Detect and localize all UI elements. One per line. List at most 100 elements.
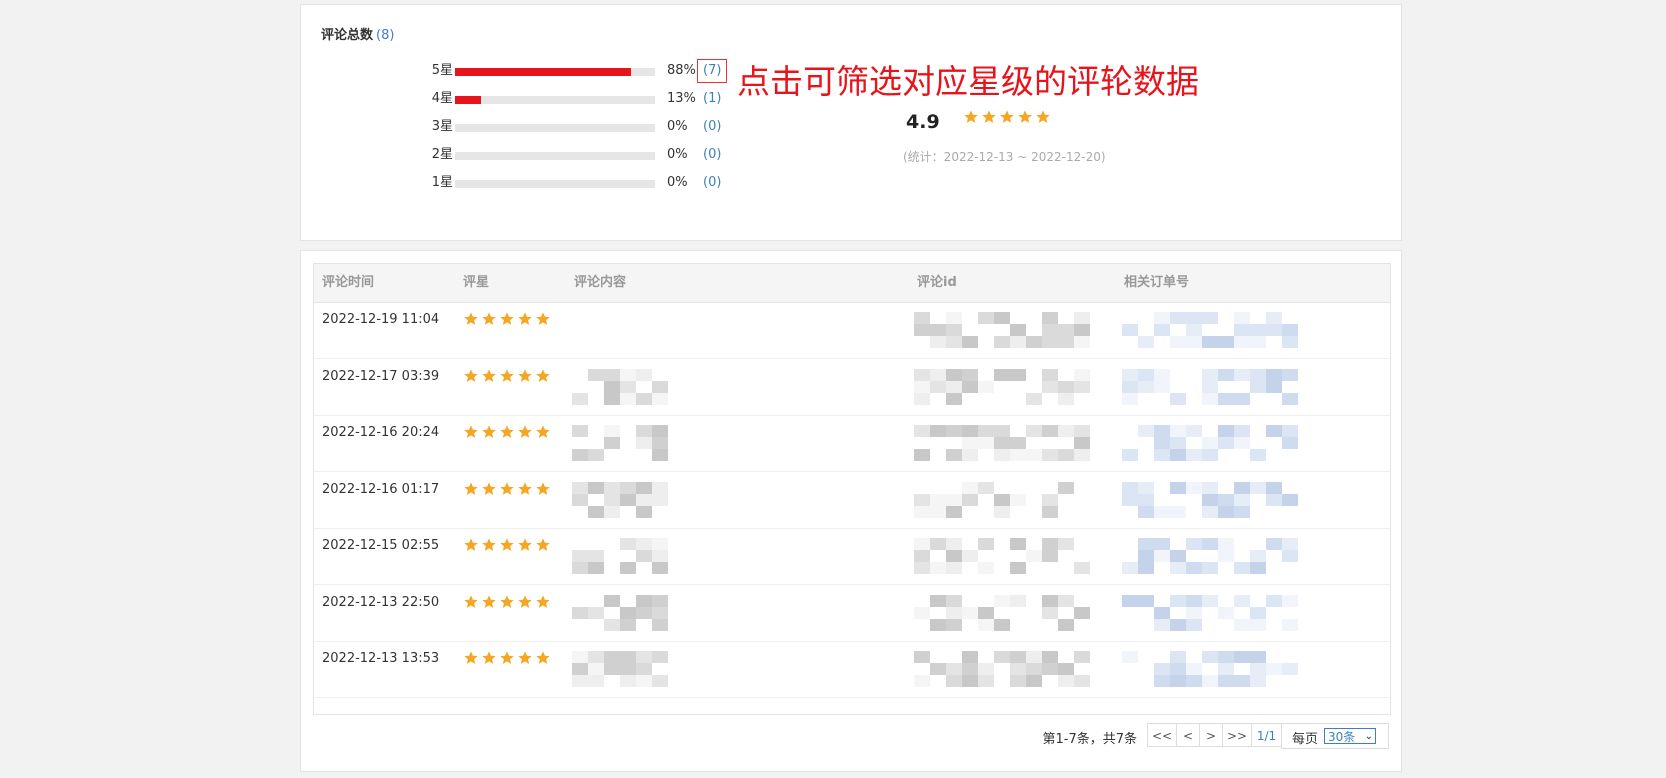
- star-level-percent: 13%: [667, 91, 696, 106]
- star-level-percent: 0%: [667, 119, 688, 134]
- star-level-filter-link[interactable]: (1): [703, 89, 721, 109]
- star-level-bar: [455, 180, 655, 188]
- star-icon: [481, 368, 497, 384]
- star-icon: [517, 311, 533, 327]
- star-icon: [535, 424, 551, 440]
- review-content-redacted: [572, 480, 672, 518]
- review-content-redacted: [572, 310, 672, 348]
- star-icon: [981, 109, 997, 125]
- star-level-label: 3星: [431, 119, 453, 134]
- star-icon: [481, 594, 497, 610]
- review-total-count: (8): [376, 28, 395, 43]
- rating-summary-panel: 评论总数 (8) 5星 88% (7) 4星 13% (1) 3星 0% (0) 2星 0% (0) 1星…: [300, 4, 1402, 241]
- star-icon: [499, 481, 515, 497]
- review-stars: [463, 424, 553, 440]
- review-id-redacted: [914, 649, 1090, 687]
- review-time: 2022-12-15 02:55: [322, 538, 440, 553]
- page-indicator: 1/1: [1251, 723, 1282, 747]
- review-id-redacted: [914, 480, 1090, 518]
- star-level-filter-link[interactable]: (0): [703, 145, 721, 165]
- star-icon: [463, 368, 479, 384]
- review-content-redacted: [572, 367, 672, 405]
- star-icon: [1035, 109, 1051, 125]
- star-icon: [535, 368, 551, 384]
- review-stars: [463, 650, 553, 666]
- review-content-redacted: [572, 649, 672, 687]
- star-icon: [517, 537, 533, 553]
- review-total-title: 评论总数 (8): [321, 24, 394, 43]
- review-stars: [463, 368, 553, 384]
- star-level-label: 1星: [431, 175, 453, 190]
- order-no-redacted: [1122, 593, 1298, 631]
- star-level-label: 5星: [431, 63, 453, 78]
- star-icon: [535, 537, 551, 553]
- next-page-button[interactable]: >: [1199, 723, 1223, 747]
- star-icon: [499, 311, 515, 327]
- star-icon: [481, 481, 497, 497]
- review-content-redacted: [572, 423, 672, 461]
- order-no-redacted: [1122, 649, 1298, 687]
- star-level-row: 2星 0% (0): [431, 145, 722, 165]
- col-header-time: 评论时间: [322, 275, 375, 290]
- star-icon: [481, 424, 497, 440]
- star-icon: [1017, 109, 1033, 125]
- review-stars: [463, 311, 553, 327]
- review-table: 评论时间 评星 评论内容 评论id 相关订单号 2022-12-19 11:04…: [313, 263, 1391, 715]
- star-icon: [963, 109, 979, 125]
- star-icon: [499, 424, 515, 440]
- star-level-bar: [455, 96, 655, 104]
- table-row: 2022-12-15 02:55: [314, 528, 1390, 585]
- star-level-bar: [455, 152, 655, 160]
- table-row: 2022-12-13 13:53: [314, 641, 1390, 698]
- star-icon: [517, 481, 533, 497]
- last-page-button[interactable]: >>: [1222, 723, 1252, 747]
- star-level-percent: 0%: [667, 147, 688, 162]
- star-icon: [499, 650, 515, 666]
- star-level-filter-link[interactable]: (7): [696, 59, 728, 83]
- star-icon: [499, 594, 515, 610]
- star-icon: [517, 594, 533, 610]
- table-header: 评论时间 评星 评论内容 评论id 相关订单号: [314, 264, 1390, 303]
- star-icon: [499, 368, 515, 384]
- review-id-redacted: [914, 423, 1090, 461]
- review-time: 2022-12-13 13:53: [322, 651, 440, 666]
- table-row: 2022-12-19 11:04: [314, 302, 1390, 359]
- star-level-percent: 88%: [667, 63, 696, 78]
- star-icon: [517, 368, 533, 384]
- col-header-order-no: 相关订单号: [1124, 275, 1190, 290]
- star-level-row: 1星 0% (0): [431, 173, 722, 193]
- col-header-review-id: 评论id: [917, 275, 957, 290]
- page-size-value: 30条: [1328, 730, 1356, 744]
- order-no-redacted: [1122, 480, 1298, 518]
- star-level-filter-link[interactable]: (0): [703, 173, 721, 193]
- order-no-redacted: [1122, 310, 1298, 348]
- table-row: 2022-12-17 03:39: [314, 359, 1390, 416]
- review-total-label: 评论总数: [321, 28, 374, 43]
- average-stars: [963, 109, 1053, 125]
- table-row: 2022-12-16 20:24: [314, 415, 1390, 472]
- table-row: 2022-12-13 22:50: [314, 585, 1390, 642]
- star-icon: [535, 650, 551, 666]
- star-level-filter-link[interactable]: (0): [703, 117, 721, 137]
- prev-page-button[interactable]: <: [1176, 723, 1200, 747]
- star-level-label: 4星: [431, 91, 453, 106]
- star-level-bar-fill: [455, 68, 631, 76]
- review-id-redacted: [914, 536, 1090, 574]
- review-time: 2022-12-19 11:04: [322, 312, 440, 327]
- star-icon: [999, 109, 1015, 125]
- star-icon: [535, 594, 551, 610]
- star-icon: [481, 537, 497, 553]
- star-icon: [463, 424, 479, 440]
- first-page-button[interactable]: <<: [1147, 723, 1177, 747]
- star-level-bar: [455, 68, 655, 76]
- review-time: 2022-12-16 01:17: [322, 481, 440, 497]
- star-icon: [517, 650, 533, 666]
- review-list-panel: 评论时间 评星 评论内容 评论id 相关订单号 2022-12-19 11:04…: [300, 250, 1402, 772]
- order-no-redacted: [1122, 423, 1298, 461]
- review-stars: [463, 594, 553, 610]
- star-icon: [463, 537, 479, 553]
- page-size-select[interactable]: 30条 ⌄: [1324, 728, 1376, 744]
- average-score: 4.9: [906, 111, 940, 133]
- star-icon: [499, 537, 515, 553]
- table-row: 2022-12-16 01:17: [314, 472, 1390, 529]
